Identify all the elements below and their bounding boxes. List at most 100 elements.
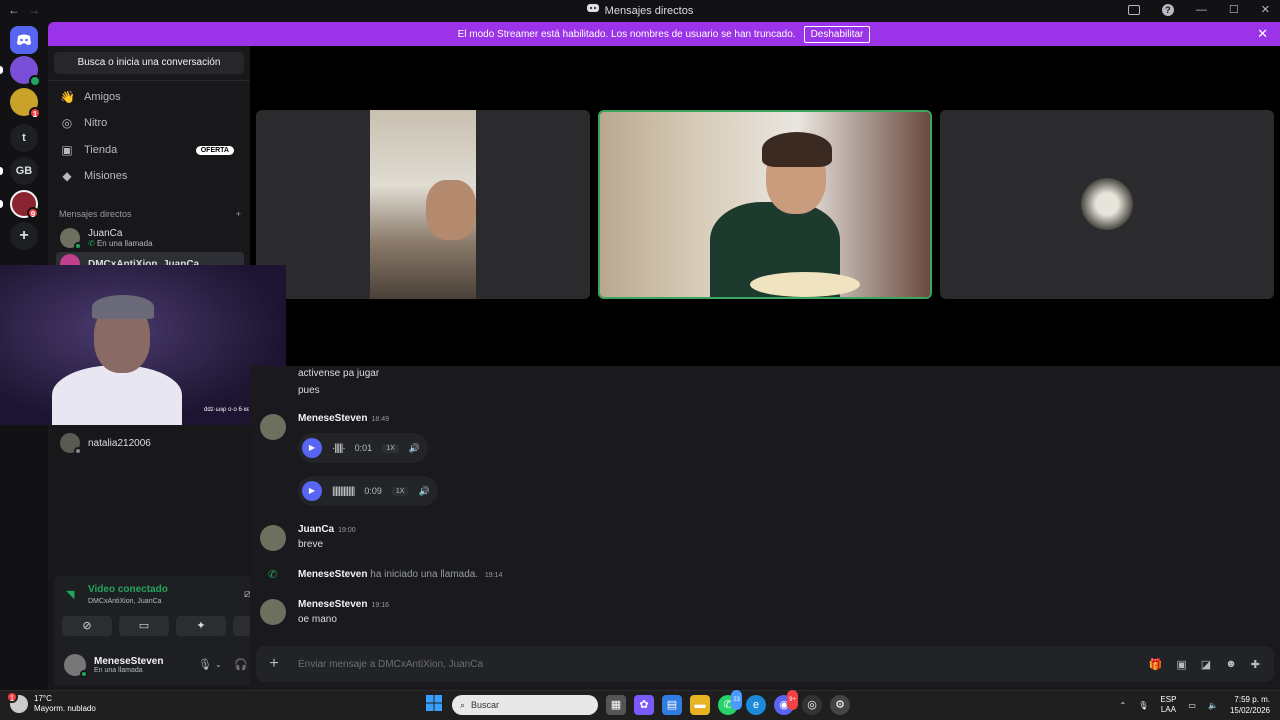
play-button[interactable]: ▶ — [302, 438, 322, 458]
discord-window: ← → Mensajes directos ? — ☐ ✕ El modo St… — [0, 0, 1280, 720]
waveform[interactable]: |||||||||||||| — [332, 486, 355, 497]
composer-area: + Enviar mensaje a DMCxAntiXion, JuanCa … — [250, 646, 1280, 690]
message-author[interactable]: MeneseSteven — [298, 413, 367, 424]
nav-shop[interactable]: ▣ Tienda OFERTA — [56, 138, 244, 162]
dm-item-juanca[interactable]: JuanCa ✆ En una llamada — [56, 226, 244, 250]
message-time: 19:14 — [484, 572, 503, 579]
temperature: 17°C — [34, 694, 52, 703]
home-button[interactable] — [10, 26, 38, 54]
playback-speed[interactable]: 1X — [382, 443, 399, 453]
status-dot — [74, 447, 82, 455]
add-server-button[interactable]: + — [10, 222, 38, 250]
avatar — [60, 433, 82, 455]
message-text: activense pa jugar — [298, 368, 380, 379]
message-time: 19:16 — [371, 602, 390, 609]
shop-icon: ▣ — [61, 143, 73, 157]
headphones-icon[interactable]: 🎧 — [234, 658, 248, 671]
taskbar-search[interactable]: ⌕ Buscar — [452, 695, 598, 715]
store-icon[interactable]: ▤ — [662, 695, 682, 715]
discord-taskbar-icon[interactable]: ◉ 9+ — [774, 690, 798, 715]
apps-icon[interactable]: ✚ — [1251, 658, 1260, 671]
volume-icon[interactable]: 🔊 — [418, 486, 429, 497]
banner-text: El modo Streamer está habilitado. Los no… — [457, 28, 796, 40]
play-button[interactable]: ▶ — [302, 481, 322, 501]
help-icon[interactable]: ? — [1161, 3, 1174, 16]
gift-icon[interactable]: 🎁 — [1149, 658, 1163, 671]
search-label: Buscar — [471, 700, 500, 710]
message-author[interactable]: MeneseSteven — [298, 599, 367, 610]
message-author[interactable]: JuanCa — [298, 524, 334, 535]
server-avatar-2[interactable]: 9 — [10, 190, 39, 219]
layout-code: LAA — [1160, 705, 1176, 714]
nav-label: Nitro — [84, 117, 108, 129]
user-avatar[interactable] — [64, 654, 88, 678]
steam-icon[interactable]: ◎ — [802, 695, 822, 715]
disable-streamer-button[interactable]: Deshabilitar — [803, 25, 871, 43]
nav-friends[interactable]: 👋 Amigos — [56, 85, 244, 109]
mic-tray-icon[interactable]: 🎙 — [1138, 701, 1148, 710]
call-icon: ✆ — [268, 569, 278, 581]
chevron-up-icon[interactable]: ⌃ — [1120, 701, 1127, 710]
server-avatar-group[interactable] — [10, 56, 41, 87]
close-window-button[interactable]: ✕ — [1261, 3, 1270, 16]
search-input[interactable]: Busca o inicia una conversación — [54, 52, 244, 74]
video-tile-2-speaking[interactable] — [598, 110, 932, 299]
dm-status: En una llamada — [96, 239, 153, 248]
whatsapp-icon[interactable]: ✆ 23 — [718, 690, 742, 715]
streamer-mode-banner: El modo Streamer está habilitado. Los no… — [48, 22, 1280, 46]
task-view-icon[interactable]: ▦ — [606, 695, 626, 715]
message-header: MeneseSteven 19:16 — [298, 599, 389, 610]
system-tray: ⌃ 🎙 ESP LAA ▭ 🔈 7:59 p. m. 15/02/2026 — [1120, 694, 1270, 716]
camera-off-button[interactable]: ⊘ — [62, 616, 112, 636]
windows-start-icon[interactable] — [424, 695, 444, 715]
nav-quests[interactable]: ◆ Misiones — [56, 164, 244, 188]
volume-icon[interactable]: 🔊 — [409, 443, 420, 454]
maximize-button[interactable]: ☐ — [1229, 3, 1239, 16]
inbox-icon[interactable] — [1127, 4, 1140, 15]
volume-tray-icon[interactable]: 🔈 — [1208, 701, 1218, 710]
clock[interactable]: 7:59 p. m. 15/02/2026 — [1230, 694, 1270, 716]
settings-icon[interactable]: ⚙ — [830, 695, 850, 715]
message-avatar[interactable] — [260, 525, 286, 551]
search-icon: ⌕ — [460, 699, 466, 710]
server-avatar-1[interactable]: 1 — [10, 88, 41, 119]
emoji-icon[interactable]: ☻ — [1225, 658, 1237, 670]
gif-icon[interactable]: ▣ — [1176, 658, 1186, 671]
message-avatar[interactable] — [260, 414, 286, 440]
dm-item-natalia[interactable]: natalia212006 — [56, 431, 244, 455]
video-tile-1[interactable] — [256, 110, 590, 299]
banner-close-icon[interactable]: ✕ — [1257, 26, 1268, 42]
participant-hair — [762, 132, 832, 167]
network-icon[interactable]: ▭ — [1188, 701, 1196, 710]
edge-icon[interactable]: e — [746, 695, 766, 715]
create-dm-icon[interactable]: + — [236, 209, 241, 219]
minimize-button[interactable]: — — [1196, 4, 1207, 16]
weather-widget[interactable]: 1 17°C Mayorm. nublado — [6, 691, 96, 714]
attach-plus-icon[interactable]: + — [256, 655, 292, 673]
playback-speed[interactable]: 1X — [391, 486, 409, 496]
file-explorer-icon[interactable]: ▬ — [690, 695, 710, 715]
nav-nitro[interactable]: ◎ Nitro — [56, 111, 244, 135]
message-input[interactable]: Enviar mensaje a DMCxAntiXion, JuanCa — [298, 659, 1149, 670]
voice-message-1: ▶ ·|||||· 0:01 1X 🔊 — [298, 433, 428, 463]
server-gb[interactable]: GB — [10, 157, 38, 185]
message-avatar[interactable] — [260, 599, 286, 625]
language-indicator[interactable]: ESP LAA — [1160, 695, 1176, 715]
avatar — [60, 228, 82, 250]
cloud-icon: 1 — [6, 691, 28, 713]
taskbar-apps: ⌕ Buscar ▦ ✿ ▤ ▬ ✆ 23 e ◉ 9+ ◎ ⚙ — [424, 690, 850, 715]
video-tile-3[interactable] — [940, 110, 1274, 299]
mic-icon[interactable]: 🎙 — [198, 658, 212, 671]
message-header: MeneseSteven 18:49 — [298, 413, 389, 424]
voice-message-2: ▶ |||||||||||||| 0:09 1X 🔊 — [298, 476, 438, 506]
chat-messages: activense pa jugar pues MeneseSteven 18:4… — [250, 366, 1280, 646]
copilot-icon[interactable]: ✿ — [634, 695, 654, 715]
server-t[interactable]: t — [10, 124, 38, 152]
message-author[interactable]: MeneseSteven — [298, 569, 367, 580]
chevron-down-icon[interactable]: ⌄ — [215, 660, 222, 669]
activities-button[interactable]: ✦ — [176, 616, 226, 636]
sticker-icon[interactable]: ◪ — [1201, 658, 1211, 671]
screen-share-button[interactable]: ▭ — [119, 616, 169, 636]
waveform[interactable]: ·|||||· — [332, 443, 346, 454]
voice-channel[interactable]: DMCxAntiXion, JuanCa — [88, 598, 162, 605]
